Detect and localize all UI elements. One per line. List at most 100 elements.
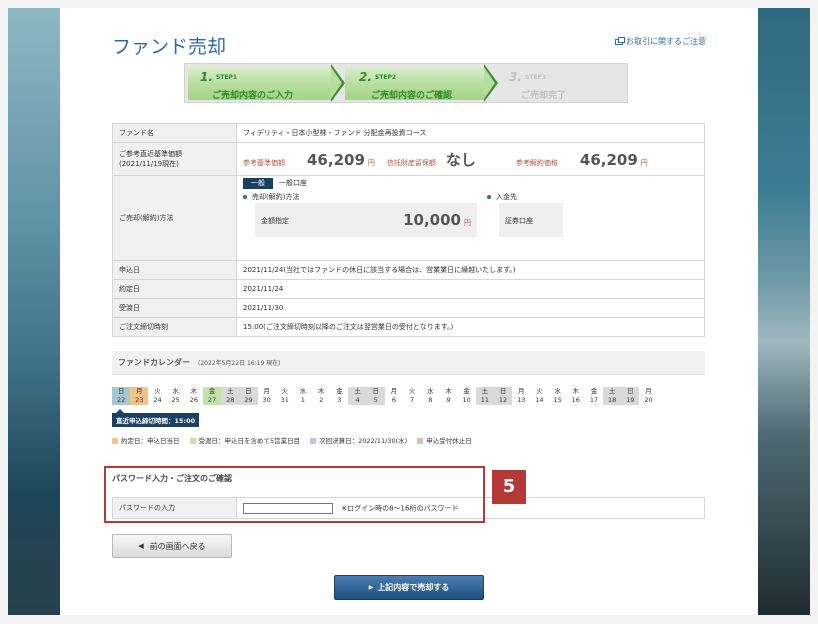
apply-date-label: 申込日 [112,260,237,280]
calendar-date: 24 [153,396,162,404]
calendar-weekday: 木 [190,387,198,395]
legend-label: 約定日：申込日当日 [121,437,180,445]
legend-label: 受渡日：申込日を含めて5営業日目 [198,437,301,445]
step-1: 1. STEP1 ご売却内容のご入力 [188,67,334,101]
calendar-date: 10 [462,396,471,404]
step-3: 3. STEP3 ご売却完了 [501,67,621,101]
calendar-date: 17 [589,396,599,404]
calendar-date: 25 [171,396,180,404]
legend-swatch [189,438,196,444]
calendar-days: 日 22 月 23 火 24 水 25 木 26 金 27 土 28 日 29 月 30 火 31 水 1 木 2 金 3 土 4 日 5… [112,387,658,405]
calendar-date: 29 [239,396,258,405]
calendar-weekday: 火 [408,387,416,395]
calendar-date: 8 [428,396,433,404]
calendar-weekday: 木 [445,387,452,395]
apply-date-value: 2021/11/24(当社ではファンドの休日に該当する場合は、営業業日に繰越いた… [236,260,705,280]
calendar-date: 18 [603,396,622,405]
step-3-word: STEP3 [525,74,547,81]
calendar-weekday: 日 [366,387,385,396]
calendar-day: 木 16 [567,387,585,405]
deposit-label-text: 入金先 [496,193,517,201]
calendar-weekday: 日 [112,387,131,396]
calendar-weekday: 日 [621,387,640,396]
notice-link[interactable]: お取引に関するご注意 [615,36,706,47]
calendar-date: 2 [319,396,324,404]
step-1-word: STEP1 [216,74,238,81]
highlight-box [104,466,485,523]
calendar-date: 13 [517,396,526,404]
calendar-date: 4 [348,396,367,405]
step-3-label: ご売却完了 [521,91,567,101]
method-label: ご売却(解約)方法 [112,175,237,261]
calendar-weekday: 金 [202,387,222,396]
deadline-badge: 直近申込締切時間：15:00 [112,409,200,427]
triangle-right-icon: ▶ [368,584,374,591]
calendar-weekday: 水 [554,387,561,395]
calendar-date: 12 [493,396,513,405]
calendar-day: 火 31 [276,387,294,405]
calendar-title: ファンドカレンダー [118,358,190,367]
back-button-label: 前の画面へ戻る [149,541,206,551]
price-label: ご参考直近基準価額 [119,150,182,158]
calendar-weekday: 日 [493,387,513,396]
legend-swatch [417,438,424,444]
calendar-day: 水1 [294,387,312,405]
calendar-date: 16 [571,396,580,404]
fund-name-label: ファンド名 [112,123,237,143]
calendar-day: 土 28 [221,387,240,405]
calendar-as-of: (2022年5月22日 16:19 現在) [198,360,281,367]
fund-calendar: ファンドカレンダー (2022年5月22日 16:19 現在) 日 22 月 23 火 2… [112,351,705,445]
calendar-weekday: 土 [475,387,494,396]
calendar-day: 土 11 [475,387,494,405]
bullet-icon [487,195,491,199]
calendar-day: 金 27 [202,387,222,405]
calendar-day: 火7 [403,387,421,405]
calendar-weekday: 水 [299,387,307,395]
calendar-day: 月 20 [639,387,657,405]
step-2: 2. STEP2 ご売却内容のご確認 [345,67,485,101]
page-title: ファンド売却 [112,36,227,58]
base-price-value: 46,209 [307,150,365,169]
legend-item: 約定日：申込日当日 [112,435,180,445]
fund-name-value: フィデリティ・日本小型株・ファンド 分配金再投資コース [236,123,705,143]
browser-frame: ファンド売却 お取引に関するご注意 1. STEP1 ご売却内容のご入力 2. … [0,0,818,624]
calendar-day: 木2 [312,387,330,405]
calendar-date: 31 [280,396,289,404]
calendar-day: 月 23 [130,387,149,405]
base-price-label: 参考基準価額 [243,158,285,167]
calendar-weekday: 土 [603,387,622,396]
legend-label: 次回決算日：2022/11/30(水) [319,437,408,445]
calendar-date: 26 [189,396,198,404]
calendar-day: 金 17 [585,387,603,405]
table-row: ファンド名 フィデリティ・日本小型株・ファンド 分配金再投資コース [112,123,705,143]
submit-sell-button[interactable]: ▶ 上記内容で売却する [334,575,484,600]
legend-item: 受渡日：申込日を含めて5営業日目 [189,435,301,445]
back-button[interactable]: ◀ 前の画面へ戻る [112,534,232,558]
account-type: 一般口座 [279,179,307,187]
calendar-date: 7 [410,396,415,404]
calendar-date: 15 [553,396,562,404]
calendar-day: 月6 [385,387,403,405]
amount-box: 金額指定 10,000 円 [255,203,477,237]
legend-swatch [112,438,118,444]
method-cell: 一般 一般口座 売却(解約)方法 入金先 金額指定 10,000 円 証券口座 [236,175,705,261]
trust-fee-value: なし [445,150,476,169]
calendar-day: 日 12 [493,387,513,405]
calendar-weekday: 月 [263,387,270,395]
calendar-date: 28 [221,396,240,405]
calendar-weekday: 金 [336,387,343,395]
calendar-date: 20 [644,396,653,404]
calendar-day: 土 18 [603,387,622,405]
calendar-date: 14 [535,396,544,404]
background-right [758,8,810,615]
amount-value: 10,000 [403,211,461,229]
price-line: 参考基準価額 46,209 円 信託財産留保額 なし 参考解約価格 46,209… [243,149,698,170]
price-date: (2021/11/19現在) [119,160,179,168]
step-1-label: ご売却内容のご入力 [212,91,294,101]
calendar-day: 金3 [330,387,348,405]
legend-item: 次回決算日：2022/11/30(水) [310,435,407,445]
calendar-weekday: 木 [572,387,580,395]
calendar-weekday: 日 [239,387,258,396]
step-arrow-2-inner [484,67,495,99]
calendar-day: 土4 [348,387,367,405]
